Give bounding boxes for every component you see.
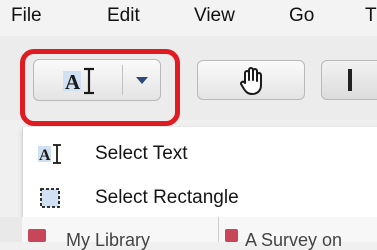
select-text-icon: A	[38, 144, 61, 164]
select-rectangle-icon	[40, 188, 60, 208]
tab-document[interactable]: A Survey on	[219, 217, 377, 250]
menu-item-select-text[interactable]: A Select Text	[23, 133, 377, 173]
document-icon	[225, 229, 238, 242]
menu-bar: File Edit View Go T	[0, 0, 377, 36]
tab-my-library[interactable]: My Library	[22, 217, 219, 250]
menu-item-select-rectangle[interactable]: Select Rectangle	[23, 177, 377, 217]
partial-tool-icon	[348, 69, 352, 91]
select-text-menu-icon-letter: A	[39, 147, 51, 164]
hand-icon	[240, 67, 262, 95]
tab-strip: My Library A Survey on	[0, 217, 377, 250]
tab-label: A Survey on	[245, 230, 343, 250]
partial-tool-button[interactable]	[321, 60, 377, 100]
menu-item-label: Select Text	[95, 143, 188, 164]
selection-dropdown-menu: A Select Text Select Rectangle	[22, 127, 377, 217]
menu-file[interactable]: File	[11, 5, 42, 27]
menu-item-label: Select Rectangle	[95, 187, 239, 208]
menu-go[interactable]: Go	[289, 5, 314, 27]
menu-edit[interactable]: Edit	[107, 5, 140, 27]
menu-view[interactable]: View	[194, 5, 235, 27]
menu-tools[interactable]: T	[365, 5, 377, 27]
highlight-annotation	[20, 49, 180, 126]
tab-label: My Library	[66, 230, 151, 250]
hand-tool-button[interactable]	[197, 60, 305, 100]
library-icon	[28, 229, 46, 242]
